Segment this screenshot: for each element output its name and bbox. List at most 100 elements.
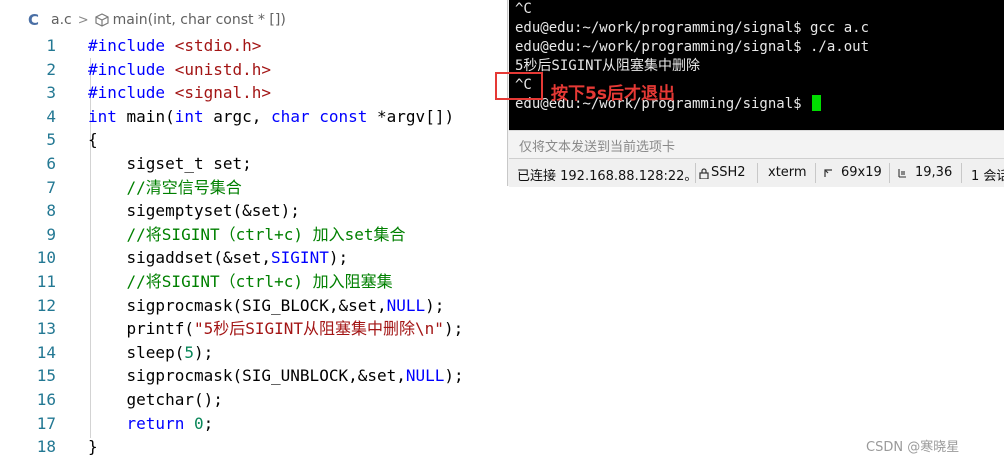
code-text: #include <signal.h>	[88, 81, 271, 105]
line-number: 8	[46, 201, 56, 221]
code-text: sigprocmask(SIG_BLOCK,&set,NULL);	[88, 294, 445, 318]
code-token: sigemptyset(&set);	[88, 201, 300, 221]
code-token: #include	[88, 59, 175, 79]
code-token: 0	[193, 413, 204, 433]
code-token: sleep(	[88, 342, 185, 362]
code-token: return	[88, 413, 185, 433]
code-text: getchar();	[88, 388, 223, 412]
line-number: 10	[36, 248, 56, 268]
line-number: 4	[46, 106, 56, 126]
annotation-text: 按下5s后才退出	[551, 84, 675, 104]
resize-icon	[824, 169, 832, 177]
code-token: "5秒后SIGINT从阻塞集中删除\n"	[193, 319, 444, 339]
status-divider	[695, 163, 696, 183]
code-token: NULL	[386, 295, 426, 315]
code-text: }	[88, 435, 98, 459]
code-text: #include <stdio.h>	[88, 34, 261, 58]
code-text: {	[88, 128, 98, 152]
code-token: <stdio.h>	[174, 36, 262, 55]
code-token: //将SIGINT（ctrl+c) 加入set集合	[88, 224, 406, 244]
terminal-size-label: 69x19	[841, 165, 882, 180]
line-number: 9	[46, 224, 56, 244]
breadcrumb-file[interactable]: a.c	[51, 12, 72, 28]
code-token: );	[444, 366, 464, 386]
code-token: int	[174, 106, 204, 126]
send-text-placeholder: 仅将文本发送到当前选项卡	[519, 140, 676, 155]
terminal-cursor	[812, 95, 822, 111]
code-token: sigaddset(&set,	[88, 248, 272, 268]
c-language-icon: C	[28, 11, 40, 29]
code-token: sigprocmask(SIG_BLOCK,&set,	[88, 295, 387, 315]
line-number: 7	[46, 177, 56, 197]
code-token: }	[88, 437, 98, 457]
terminal-screen[interactable]: ^C edu@edu:~/work/programming/signal$ gc…	[509, 0, 1004, 130]
cube-icon	[95, 13, 109, 27]
code-token: sigprocmask(SIG_UNBLOCK,&set,	[88, 366, 406, 386]
code-text: //将SIGINT（ctrl+c) 加入set集合	[88, 223, 406, 247]
code-text: //将SIGINT（ctrl+c) 加入阻塞集	[88, 270, 393, 294]
code-token: );	[193, 342, 214, 362]
line-number: 2	[46, 59, 56, 79]
code-token: //清空信号集合	[88, 177, 242, 197]
line-number: 13	[36, 319, 56, 339]
code-token: getchar();	[88, 390, 223, 409]
code-token: #include	[88, 83, 175, 103]
status-divider	[961, 163, 962, 183]
code-text: sigset_t set;	[88, 152, 252, 176]
connection-status: 已连接 192.168.88.128:22。	[517, 169, 698, 184]
terminal-line: edu@edu:~/work/programming/signal$ ./a.o…	[515, 39, 870, 55]
line-number: 11	[36, 272, 56, 291]
code-token: ;	[203, 413, 214, 433]
line-number: 6	[46, 154, 56, 173]
status-bar: 已连接 192.168.88.128:22。 SSH2 xterm 69x19 …	[509, 158, 1004, 187]
terminal-line: ^C	[515, 1, 532, 17]
code-token: );	[443, 319, 464, 339]
code-token: NULL	[405, 366, 445, 386]
line-number: 3	[46, 83, 56, 103]
send-text-bar[interactable]: 仅将文本发送到当前选项卡	[509, 130, 1004, 158]
code-token: SIGINT	[271, 248, 329, 268]
code-token: const	[319, 106, 368, 126]
code-text: #include <unistd.h>	[88, 58, 271, 82]
code-token: );	[328, 248, 349, 268]
line-number: 15	[36, 366, 56, 386]
line-number: 17	[36, 413, 56, 433]
code-text: //清空信号集合	[88, 176, 242, 200]
code-token: );	[425, 295, 445, 315]
chevron-right-icon: >	[77, 12, 89, 28]
protocol-label: SSH2	[711, 165, 746, 180]
line-number: 18	[36, 437, 56, 457]
status-divider	[815, 163, 816, 183]
code-text: sigemptyset(&set);	[88, 199, 300, 223]
status-divider	[757, 163, 758, 183]
code-token: 5	[184, 342, 194, 362]
code-token: {	[88, 130, 98, 150]
terminal-type-label: xterm	[768, 165, 807, 180]
code-text: return 0;	[88, 412, 214, 436]
cursor-pos-icon	[898, 169, 906, 178]
code-token: main(	[116, 106, 175, 126]
code-token: #include	[88, 36, 175, 55]
code-token: char	[271, 106, 310, 126]
code-text: sleep(5);	[88, 341, 214, 365]
terminal-line: edu@edu:~/work/programming/signal$ gcc a…	[515, 20, 870, 36]
line-number: 14	[36, 342, 56, 362]
code-token: argc,	[203, 106, 272, 126]
code-token: printf(	[88, 319, 194, 339]
code-text: int main(int argc, char const *argv[])	[88, 105, 454, 129]
code-token: <unistd.h>	[174, 59, 272, 79]
code-token: sigset_t set;	[88, 154, 252, 173]
code-token: <signal.h>	[174, 83, 272, 103]
code-token: int	[88, 106, 117, 126]
breadcrumb-symbol[interactable]: main(int, char const * [])	[113, 12, 286, 28]
code-text: sigprocmask(SIG_UNBLOCK,&set,NULL);	[88, 364, 464, 388]
line-number: 12	[36, 295, 56, 315]
cursor-position-label: 19,36	[915, 165, 953, 180]
line-number: 5	[46, 130, 56, 150]
annotation-highlight-box	[495, 72, 543, 100]
code-token: //将SIGINT（ctrl+c) 加入阻塞集	[88, 272, 393, 291]
session-count-label: 1 会话	[971, 169, 1004, 184]
code-token: *argv[])	[367, 106, 455, 126]
